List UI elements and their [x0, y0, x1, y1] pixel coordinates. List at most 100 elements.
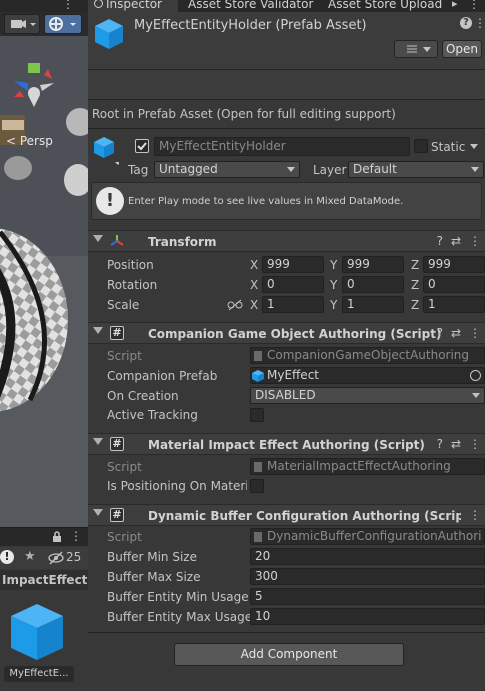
gameobject-name-field[interactable]: MyEffectEntityHolder [154, 137, 410, 156]
preset-icon[interactable]: ⇄ [451, 437, 461, 451]
buffer-entity-min-usage-field[interactable]: 5 [250, 588, 485, 605]
script-file-icon [254, 351, 262, 361]
help-icon[interactable]: ? [437, 326, 443, 340]
static-checkbox[interactable] [414, 139, 428, 153]
tag-label: Tag [128, 163, 149, 177]
position-label: Position [107, 258, 154, 272]
active-tracking-checkbox[interactable] [250, 408, 264, 422]
tab-asset-store-validator[interactable]: Asset Store Validator [188, 0, 313, 12]
persp-label[interactable]: < Persp [6, 134, 53, 148]
foldout-arrow-icon[interactable] [93, 235, 103, 242]
folder-breadcrumb[interactable]: ImpactEffects [0, 570, 88, 590]
info-box: ! Enter Play mode to see live values in … [91, 182, 482, 220]
tab-inspector[interactable]: Inspector [88, 0, 178, 12]
error-filter-icon[interactable]: ! [0, 550, 14, 564]
kebab-menu-icon[interactable]: ⋮ [469, 234, 481, 248]
visibility-off-icon[interactable] [48, 551, 64, 565]
kebab-menu-icon[interactable]: ⋮ [468, 0, 480, 11]
buffer-min-size-label: Buffer Min Size [107, 550, 197, 564]
buffer-header[interactable]: # Dynamic Buffer Configuration Authoring… [88, 504, 485, 526]
position-x-field[interactable]: 999 [262, 256, 324, 273]
scene-canvas[interactable] [0, 0, 88, 527]
info-message: Enter Play mode to see live values in Mi… [128, 196, 404, 207]
kebab-menu-icon[interactable]: ⋮ [62, 0, 74, 11]
buffer-max-size-field[interactable]: 300 [250, 568, 485, 585]
scale-y-field[interactable]: 1 [342, 296, 404, 313]
preset-icon[interactable]: ⇄ [451, 326, 461, 340]
layer-dropdown[interactable]: Default [348, 161, 484, 178]
camera-dropdown[interactable] [4, 14, 40, 34]
kebab-menu-icon[interactable]: ⋮ [469, 326, 481, 340]
scale-label: Scale [107, 298, 140, 312]
position-y-field[interactable]: 999 [342, 256, 404, 273]
rotation-y-field[interactable]: 0 [342, 276, 404, 293]
script-value: CompanionGameObjectAuthoring [267, 348, 470, 362]
tag-dropdown[interactable]: Untagged [154, 161, 300, 178]
scene-view[interactable]: < Persp [0, 0, 88, 527]
script-icon: # [110, 508, 124, 522]
root-note: Root in Prefab Asset (Open for full edit… [92, 107, 396, 121]
prefab-header-spacer [88, 70, 485, 100]
transform-title: Transform [148, 235, 217, 249]
object-picker-icon[interactable] [470, 370, 481, 381]
transform-header[interactable]: Transform ? ⇄ ⋮ [88, 230, 485, 252]
prefab-title: MyEffectEntityHolder (Prefab Asset) [134, 18, 367, 33]
scene-toolbar [0, 12, 88, 36]
tab-scroll-right-icon[interactable]: ▸ [452, 0, 458, 10]
script-icon: # [110, 326, 124, 340]
position-z-field[interactable]: 999 [423, 256, 485, 273]
material-header[interactable]: # Material Impact Effect Authoring (Scri… [88, 433, 485, 455]
open-button[interactable]: Open [442, 40, 482, 58]
prefab-cube-icon [95, 19, 123, 49]
inspector-panel: MyEffectEntityHolder (Prefab Asset) ? ⋮ … [88, 12, 485, 691]
material-title: Material Impact Effect Authoring (Script… [148, 438, 425, 452]
active-checkbox[interactable] [135, 139, 149, 153]
warning-icon: ! [96, 187, 124, 215]
material-script-field[interactable]: MaterialImpactEffectAuthoring [250, 458, 485, 475]
project-panel: ⋮ ! ★ 25 ImpactEffects MyEffectE... [0, 527, 88, 691]
add-component-button[interactable]: Add Component [174, 643, 404, 666]
kebab-menu-icon[interactable]: ⋮ [469, 508, 481, 522]
companion-script-field[interactable]: CompanionGameObjectAuthoring [250, 347, 485, 364]
rotation-z-field[interactable]: 0 [423, 276, 485, 293]
kebab-menu-icon[interactable]: ⋮ [474, 16, 485, 30]
gameobject-cube-icon[interactable] [93, 136, 119, 168]
companion-header[interactable]: # Companion Game Object Authoring (Scrip… [88, 322, 485, 344]
tab-asset-store-upload[interactable]: Asset Store Upload [328, 0, 442, 12]
unlink-icon[interactable] [227, 299, 243, 311]
overrides-dropdown[interactable] [394, 40, 438, 58]
buffer-script-field[interactable]: DynamicBufferConfigurationAuthori [250, 528, 485, 545]
star-icon[interactable]: ★ [24, 549, 36, 564]
is-positioning-checkbox[interactable] [250, 479, 264, 493]
buffer-min-size-field[interactable]: 20 [250, 548, 485, 565]
project-panel-tabbar: ⋮ [0, 528, 88, 546]
companion-prefab-field[interactable]: MyEffect [250, 367, 485, 384]
buffer-entity-max-usage-label: Buffer Entity Max Usage [107, 610, 253, 624]
foldout-arrow-icon[interactable] [93, 327, 103, 334]
buffer-max-size-label: Buffer Max Size [107, 570, 201, 584]
prefab-cube-icon [11, 604, 63, 660]
foldout-arrow-icon[interactable] [93, 438, 103, 445]
info-icon [94, 0, 103, 8]
help-icon[interactable]: ? [437, 437, 443, 451]
asset-tile[interactable]: MyEffectE... [4, 594, 74, 686]
scale-x-field[interactable]: 1 [262, 296, 324, 313]
scale-z-field[interactable]: 1 [423, 296, 485, 313]
rotation-label: Rotation [107, 278, 158, 292]
foldout-arrow-icon[interactable] [93, 509, 103, 516]
gizmo-dropdown[interactable] [44, 14, 82, 34]
kebab-menu-icon[interactable]: ⋮ [469, 437, 481, 451]
help-icon[interactable]: ? [437, 234, 443, 248]
rotation-x-field[interactable]: 0 [262, 276, 324, 293]
on-creation-dropdown[interactable]: DISABLED [250, 387, 485, 404]
preset-icon[interactable]: ⇄ [451, 234, 461, 248]
help-icon[interactable]: ? [460, 17, 472, 29]
companion-title: Companion Game Object Authoring (Script) [148, 327, 442, 341]
static-dropdown-icon[interactable] [470, 139, 478, 149]
lock-icon[interactable] [50, 530, 64, 544]
is-positioning-label: Is Positioning On Materia [107, 479, 247, 493]
asset-name[interactable]: MyEffectE... [4, 666, 74, 682]
layer-value: Default [353, 162, 397, 176]
kebab-menu-icon[interactable]: ⋮ [70, 529, 82, 543]
buffer-entity-max-usage-field[interactable]: 10 [250, 608, 485, 625]
